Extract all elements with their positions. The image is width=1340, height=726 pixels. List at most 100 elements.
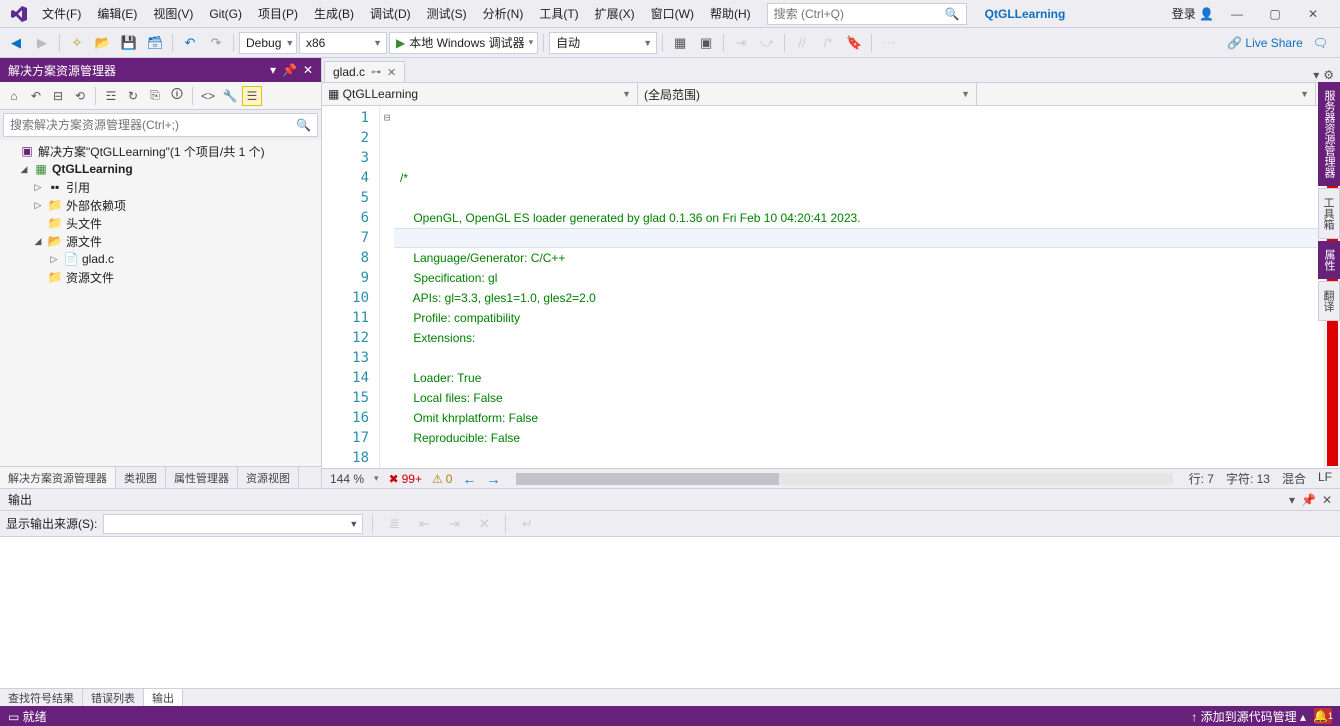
menu-file[interactable]: 文件(F) [34,1,89,26]
run-button[interactable]: ▶本地 Windows 调试器▾ [389,32,538,54]
global-search-input[interactable] [774,7,945,21]
redo-icon[interactable]: ↷ [204,31,228,55]
platform-combo[interactable]: x86▼ [299,32,387,54]
vtab-toolbox[interactable]: 工具箱 [1318,188,1340,239]
zoom-level[interactable]: 144 % [330,472,364,486]
auto-combo[interactable]: 自动▼ [549,32,657,54]
solution-tree[interactable]: ▣ 解决方案"QtGLLearning"(1 个项目/共 1 个) ◢▦ QtG… [0,140,321,466]
se-home-icon[interactable]: ⌂ [4,86,24,106]
se-prop-icon[interactable]: 🛈 [167,86,187,106]
se-code-icon[interactable]: <> [198,86,218,106]
output-pin-icon[interactable]: 📌 [1301,493,1316,507]
close-tab-icon[interactable]: ✕ [387,66,396,79]
minimize-button[interactable]: — [1222,3,1252,25]
panel-close-icon[interactable]: ✕ [303,63,313,77]
save-icon[interactable]: 💾 [117,31,141,55]
menu-window[interactable]: 窗口(W) [643,1,702,26]
editor-settings-icon[interactable]: ⚙ [1323,68,1334,82]
config-combo[interactable]: Debug▼ [239,32,297,54]
context-project-combo[interactable]: ▦ QtGLLearning▼ [322,83,638,105]
tb-misc-icon[interactable]: ⋯ [877,31,901,55]
pin-icon[interactable]: ⊶ [371,67,381,78]
context-member-combo[interactable]: ▼ [977,83,1316,105]
nav-back-icon[interactable]: ◀ [4,31,28,55]
step-over-icon[interactable]: ⤻ [755,31,779,55]
warning-count[interactable]: ⚠ 0 [432,472,452,486]
solution-search-input[interactable] [10,118,296,132]
tb-icon-2[interactable]: ▣ [694,31,718,55]
code-content[interactable]: /* OpenGL, OpenGL ES loader generated by… [394,106,1324,468]
close-button[interactable]: ✕ [1298,3,1328,25]
tab-resource-view[interactable]: 资源视图 [238,467,299,488]
tab-output[interactable]: 输出 [144,689,183,706]
tab-class-view[interactable]: 类视图 [116,467,166,488]
menu-git[interactable]: Git(G) [201,3,250,25]
menu-edit[interactable]: 编辑(E) [89,1,145,26]
menu-build[interactable]: 生成(B) [306,1,362,26]
out-icon-3[interactable]: ⇥ [442,512,466,536]
horizontal-scrollbar[interactable] [516,473,1172,485]
se-back-icon[interactable]: ↶ [26,86,46,106]
code-editor[interactable]: 12345678910111213141516171819 ⊟ /* OpenG… [322,106,1340,468]
save-all-icon[interactable]: 🗃 [143,31,167,55]
tab-property-manager[interactable]: 属性管理器 [166,467,238,488]
se-filter-icon[interactable]: ☰ [242,86,262,106]
fold-gutter[interactable]: ⊟ [380,106,394,468]
line-ending[interactable]: LF [1318,470,1332,487]
vtab-server-explorer[interactable]: 服务器资源管理器 [1318,82,1340,186]
menu-help[interactable]: 帮助(H) [702,1,759,26]
indent-mode[interactable]: 混合 [1282,470,1306,487]
new-project-icon[interactable]: ✧ [65,31,89,55]
tab-find-symbol[interactable]: 查找符号结果 [0,689,83,706]
tree-sources[interactable]: ◢📂 源文件 [0,232,321,250]
open-file-icon[interactable]: 📂 [91,31,115,55]
tree-resources[interactable]: 📁 资源文件 [0,268,321,286]
vtab-translate[interactable]: 翻译 [1318,281,1340,321]
tb-icon-1[interactable]: ▦ [668,31,692,55]
out-icon-1[interactable]: ≣ [382,512,406,536]
nav-forward-icon[interactable]: ▶ [30,31,54,55]
menu-tools[interactable]: 工具(T) [531,1,586,26]
panel-pin-icon[interactable]: 📌 [282,63,297,77]
feedback-icon[interactable]: 🗨 [1313,36,1328,50]
tree-headers[interactable]: 📁 头文件 [0,214,321,232]
se-copy-icon[interactable]: ⎘ [145,86,165,106]
vtab-properties[interactable]: 属性 [1318,241,1340,279]
tree-external-deps[interactable]: ▷📁 外部依赖项 [0,196,321,214]
se-sync-icon[interactable]: ⟲ [70,86,90,106]
notification-icon[interactable]: 🔔1 [1314,708,1332,724]
menu-view[interactable]: 视图(V) [145,1,201,26]
step-into-icon[interactable]: ⇥ [729,31,753,55]
add-to-scm[interactable]: ↑ 添加到源代码管理 ▴ [1191,708,1306,725]
undo-icon[interactable]: ↶ [178,31,202,55]
live-share-button[interactable]: 🔗 Live Share [1227,36,1303,50]
panel-dropdown-icon[interactable]: ▾ [270,63,276,77]
uncomment-icon[interactable]: /* [816,31,840,55]
menu-test[interactable]: 测试(S) [419,1,475,26]
se-wrench-icon[interactable]: 🔧 [220,86,240,106]
se-refresh-icon[interactable]: ↻ [123,86,143,106]
menu-extensions[interactable]: 扩展(X) [587,1,643,26]
bookmark-icon[interactable]: 🔖 [842,31,866,55]
tree-solution-root[interactable]: ▣ 解决方案"QtGLLearning"(1 个项目/共 1 个) [0,142,321,160]
se-collapse-icon[interactable]: ⊟ [48,86,68,106]
editor-tab-glad[interactable]: glad.c ⊶ ✕ [324,61,405,82]
comment-icon[interactable]: // [790,31,814,55]
output-dropdown-icon[interactable]: ▾ [1289,493,1295,507]
menu-analyze[interactable]: 分析(N) [475,1,532,26]
output-close-icon[interactable]: ✕ [1322,493,1332,507]
tab-solution-explorer[interactable]: 解决方案资源管理器 [0,467,116,488]
tree-references[interactable]: ▷▪▪ 引用 [0,178,321,196]
out-icon-2[interactable]: ⇤ [412,512,436,536]
nav-next-icon[interactable]: → [486,471,500,487]
tree-project[interactable]: ◢▦ QtGLLearning [0,160,321,178]
global-search[interactable]: 🔍 [767,3,967,25]
nav-prev-icon[interactable]: ← [462,471,476,487]
output-body[interactable] [0,537,1340,688]
tab-error-list[interactable]: 错误列表 [83,689,144,706]
maximize-button[interactable]: ▢ [1260,3,1290,25]
se-showall-icon[interactable]: ☲ [101,86,121,106]
editor-dropdown-icon[interactable]: ▾ [1313,68,1319,82]
context-scope-combo[interactable]: (全局范围)▼ [638,83,977,105]
out-wrap-icon[interactable]: ↵ [515,512,539,536]
